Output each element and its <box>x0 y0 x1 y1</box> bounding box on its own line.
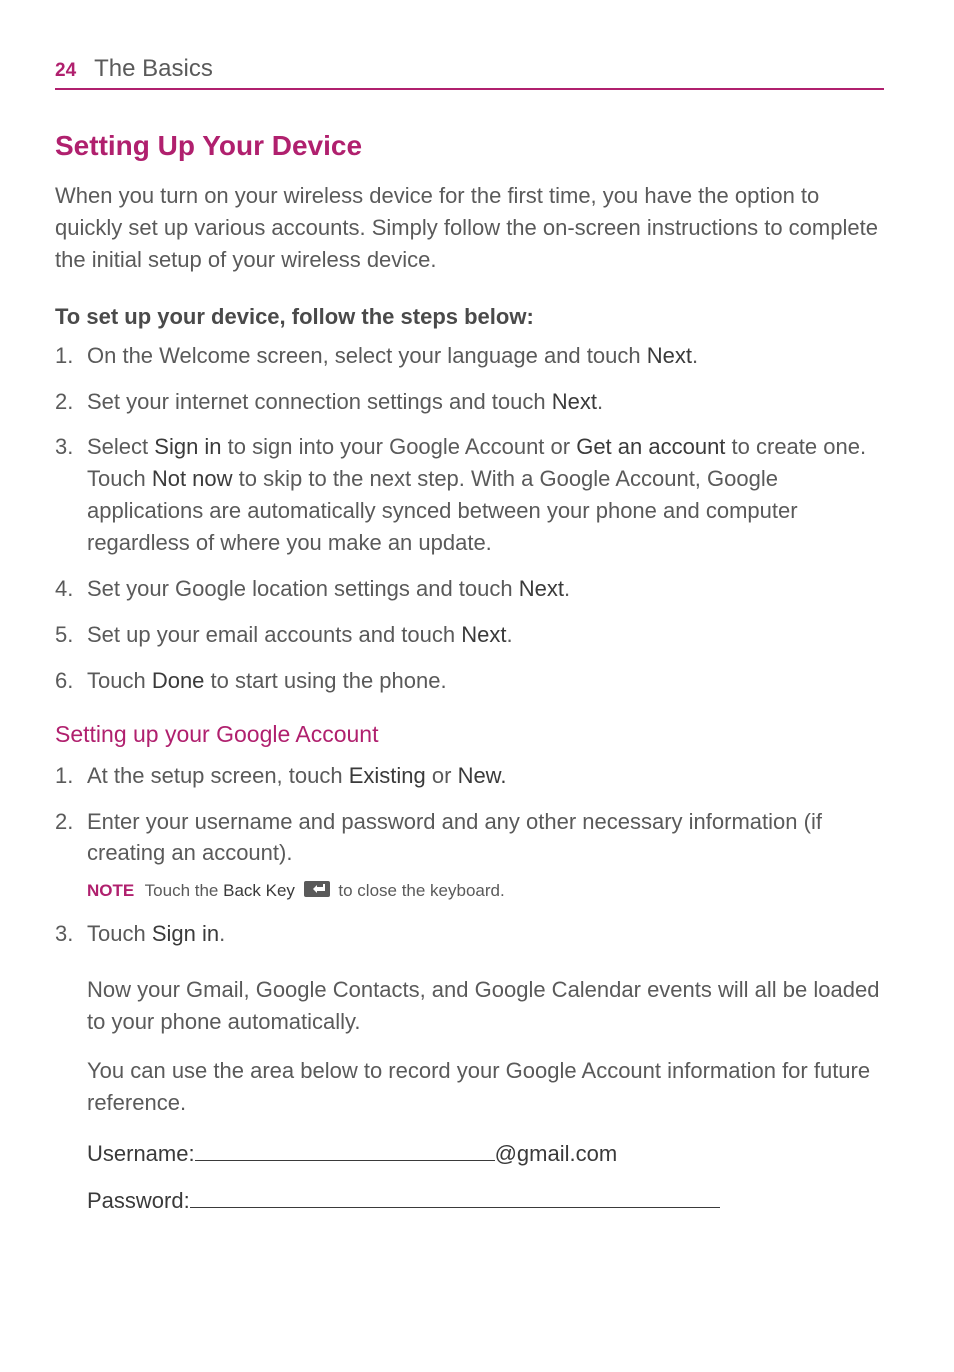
note-label: NOTE <box>87 881 134 900</box>
step-text: Set up your email accounts and touch <box>87 622 461 647</box>
ui-term: Get an account <box>576 434 725 459</box>
ui-term: Not now <box>152 466 233 491</box>
ui-term: Existing <box>349 763 426 788</box>
password-field-row: Password: <box>87 1184 884 1217</box>
list-item: Set up your email accounts and touch Nex… <box>55 619 884 651</box>
step-text: Select <box>87 434 154 459</box>
section-title: The Basics <box>94 55 213 83</box>
ui-term: New. <box>458 763 507 788</box>
steps-heading: To set up your device, follow the steps … <box>55 304 884 330</box>
list-item: At the setup screen, touch Existing or N… <box>55 760 884 792</box>
list-item: Touch Done to start using the phone. <box>55 665 884 697</box>
email-domain: @gmail.com <box>495 1141 618 1166</box>
list-item: On the Welcome screen, select your langu… <box>55 340 884 372</box>
step-text: On the Welcome screen, select your langu… <box>87 343 647 368</box>
list-item: Touch Sign in. <box>55 918 884 950</box>
list-item: Set your internet connection settings an… <box>55 386 884 418</box>
step-text: to sign into your Google Account or <box>222 434 577 459</box>
page-number: 24 <box>55 60 76 82</box>
body-text: You can use the area below to record you… <box>87 1055 884 1119</box>
step-text: Set your internet connection settings an… <box>87 389 552 414</box>
page-header: 24 The Basics <box>55 55 884 90</box>
step-text: . <box>597 389 603 414</box>
ui-term: Next <box>461 622 506 647</box>
ui-term: Sign in <box>154 434 221 459</box>
step-text: Enter your username and password and any… <box>87 809 822 866</box>
ui-term: Done <box>152 668 205 693</box>
back-key-icon <box>304 880 330 904</box>
google-account-heading: Setting up your Google Account <box>55 721 884 748</box>
ui-term: Back Key <box>223 881 295 900</box>
note-text: to close the keyboard. <box>338 881 504 900</box>
step-text: Set your Google location settings and to… <box>87 576 519 601</box>
list-item: Enter your username and password and any… <box>55 806 884 904</box>
step-text: Touch <box>87 668 152 693</box>
list-item: Set your Google location settings and to… <box>55 573 884 605</box>
username-field-row: Username: @gmail.com <box>87 1137 884 1170</box>
closing-paragraphs: Now your Gmail, Google Contacts, and Goo… <box>55 974 884 1218</box>
note: NOTE Touch the Back Key to close the key… <box>87 879 884 903</box>
list-item: Select Sign in to sign into your Google … <box>55 431 884 559</box>
step-text: to start using the phone. <box>204 668 446 693</box>
ui-term: Next <box>519 576 564 601</box>
body-text: Now your Gmail, Google Contacts, and Goo… <box>87 974 884 1038</box>
step-text: or <box>426 763 458 788</box>
google-steps-list: At the setup screen, touch Existing or N… <box>55 760 884 950</box>
step-text: . <box>692 343 698 368</box>
step-text: . <box>219 921 225 946</box>
note-text: Touch the <box>145 881 223 900</box>
step-text: Touch <box>87 921 152 946</box>
username-label: Username: <box>87 1141 195 1166</box>
username-blank-line <box>195 1137 495 1161</box>
ui-term: Next <box>552 389 597 414</box>
step-text: . <box>564 576 570 601</box>
setup-steps-list: On the Welcome screen, select your langu… <box>55 340 884 697</box>
ui-term: Sign in <box>152 921 219 946</box>
page-title: Setting Up Your Device <box>55 130 884 162</box>
intro-paragraph: When you turn on your wireless device fo… <box>55 180 884 276</box>
ui-term: Next <box>647 343 692 368</box>
password-blank-line <box>190 1184 720 1208</box>
step-text: . <box>506 622 512 647</box>
step-text: At the setup screen, touch <box>87 763 349 788</box>
password-label: Password: <box>87 1188 190 1213</box>
